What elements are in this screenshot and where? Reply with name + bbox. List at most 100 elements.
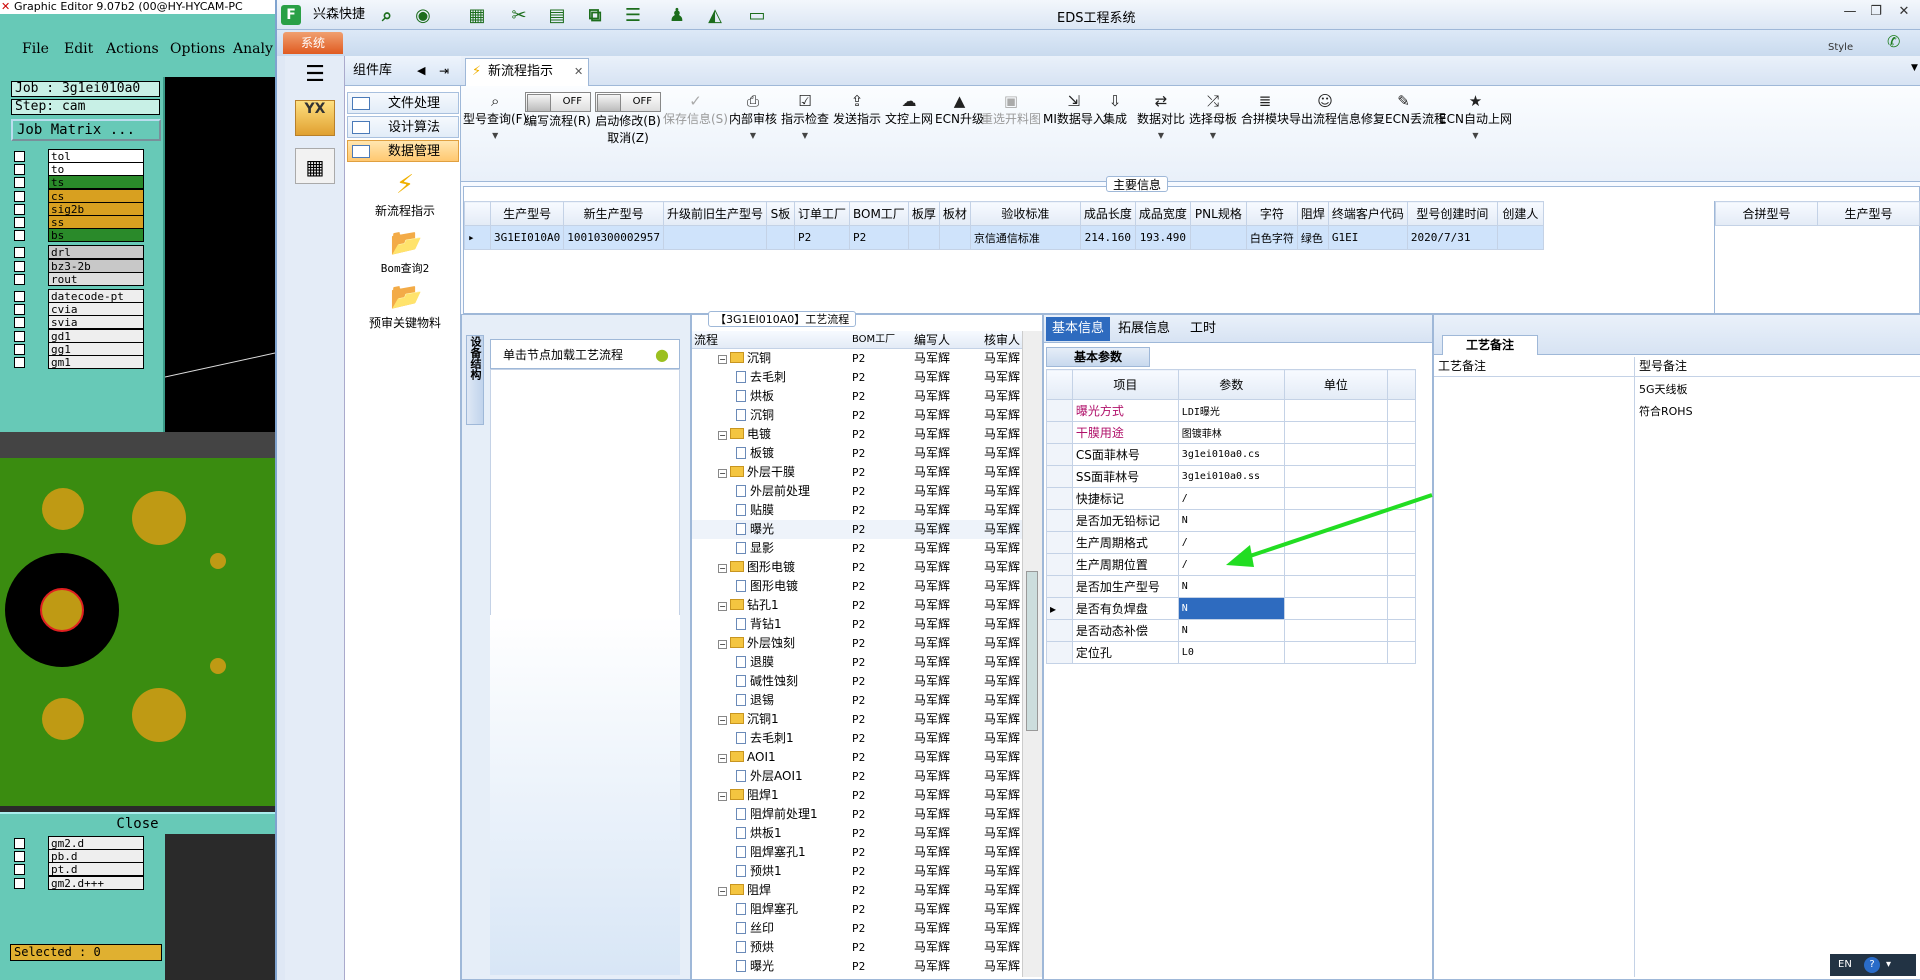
layer-row[interactable]: sig2b <box>14 201 144 216</box>
layer-checkbox[interactable] <box>14 838 25 849</box>
layer-checkbox[interactable] <box>14 273 25 285</box>
toolbar-item-10[interactable]: ⇲ MI数据导入 <box>1043 92 1105 178</box>
tree-scroll-thumb[interactable] <box>1026 571 1038 731</box>
table-row[interactable]: 是否加无铅标记 N <box>1046 509 1416 532</box>
layer-row[interactable]: pb.d <box>14 849 144 864</box>
model-notes-text[interactable]: 5G天线板 符合ROHS <box>1634 377 1920 977</box>
maximize-button[interactable]: ❐ <box>1863 4 1889 20</box>
column-header[interactable]: 字符 <box>1245 201 1298 226</box>
col-checker[interactable]: 核审人 <box>984 331 1020 349</box>
tree-scrollbar[interactable] <box>1022 331 1042 977</box>
collapse-icon[interactable]: − <box>718 754 727 763</box>
calculator-icon[interactable]: ▦ <box>295 148 335 184</box>
tab-new-flow[interactable]: ⚡ 新流程指示 ✕ <box>465 58 589 86</box>
param-unit[interactable] <box>1283 443 1389 466</box>
table-cell[interactable] <box>1189 225 1247 250</box>
toolbar-item-7[interactable]: ☁ 文控上网 <box>885 92 933 178</box>
tree-node[interactable]: 阻焊塞孔1 P2 马军辉 马军辉 <box>692 843 1022 862</box>
close-window-button[interactable]: ✕ <box>1891 4 1917 20</box>
param-unit[interactable] <box>1283 619 1389 642</box>
tree-node[interactable]: − 沉铜1 P2 马军辉 马军辉 <box>692 710 1022 729</box>
layer-checkbox[interactable] <box>14 230 25 242</box>
tree-node[interactable]: − 钻孔1 P2 马军辉 马军辉 <box>692 596 1022 615</box>
tree-node[interactable]: 贴膜 P2 马军辉 马军辉 <box>692 501 1022 520</box>
pcb-preview[interactable] <box>0 458 275 806</box>
layer-row[interactable]: svia <box>14 315 144 330</box>
layer-checkbox[interactable] <box>14 291 25 302</box>
comp-item-algorithm[interactable]: 设计算法 <box>347 116 459 138</box>
tab-work-hours[interactable]: 工时 <box>1184 317 1222 341</box>
tree-node[interactable]: 去毛刺1 P2 马军辉 马军辉 <box>692 729 1022 748</box>
col-process-notes[interactable]: 工艺备注 <box>1434 357 1634 377</box>
sub-tab-basic-params[interactable]: 基本参数 <box>1046 347 1150 367</box>
table-row[interactable]: ▸ 3G1EI010A0 10010300002957 P2 P2 京信通信标准 214.1… <box>464 225 1544 250</box>
layer-checkbox[interactable] <box>14 177 25 189</box>
toolbar-item-13[interactable]: ⤮ 选择母板 ▼ <box>1189 92 1237 178</box>
param-value[interactable]: / <box>1177 553 1285 576</box>
chart-icon[interactable]: ◭ <box>703 5 727 27</box>
param-unit[interactable] <box>1283 531 1389 554</box>
collapse-icon[interactable]: − <box>718 602 727 611</box>
tool-bom-query[interactable]: 📂 Bom查询2 <box>355 228 455 276</box>
table-row[interactable]: CS面菲林号 3g1ei010a0.cs <box>1046 443 1416 466</box>
layer-row[interactable]: pt.d <box>14 862 144 877</box>
tool-new-flow[interactable]: ⚡ 新流程指示 <box>355 170 455 219</box>
column-header[interactable]: 升级前旧生产型号 <box>662 201 767 226</box>
yx-module-icon[interactable]: YX <box>295 100 335 136</box>
toolbar-item-15[interactable]: ☺ 导出流程信息 <box>1289 92 1361 178</box>
table-cell[interactable]: 京信通信标准 <box>969 225 1081 250</box>
table-row[interactable]: 生产周期格式 / <box>1046 531 1416 554</box>
tree-node[interactable]: − 沉铜 P2 马军辉 马军辉 <box>692 349 1022 368</box>
layer-name[interactable]: gm2.d <box>48 836 144 850</box>
param-unit[interactable] <box>1283 641 1389 664</box>
globe-icon[interactable]: ◉ <box>411 5 435 27</box>
table-row[interactable]: ▸ 是否有负焊盘 N <box>1046 597 1416 620</box>
toolbar-item-9[interactable]: ▣ 重选开料图 <box>981 92 1041 178</box>
layer-name[interactable]: gm2.d+++ <box>48 875 144 890</box>
layer-row[interactable]: gm2.d+++ <box>14 875 144 890</box>
param-unit[interactable] <box>1283 575 1389 598</box>
system-button[interactable]: 系统 <box>283 32 343 54</box>
tree-node[interactable]: 背钻1 P2 马军辉 马军辉 <box>692 615 1022 634</box>
layer-checkbox[interactable] <box>14 357 25 368</box>
collapse-icon[interactable]: − <box>718 887 727 896</box>
tree-node[interactable]: − 外层干膜 P2 马军辉 马军辉 <box>692 463 1022 482</box>
table-cell[interactable]: P2 <box>848 225 909 250</box>
toolbar-item-4[interactable]: ⎙ 内部审核 ▼ <box>729 92 777 178</box>
layer-checkbox[interactable] <box>14 203 25 215</box>
tool-prereview[interactable]: 📂 预审关键物料 <box>355 282 455 331</box>
layer-name[interactable]: tol <box>48 149 144 163</box>
tree-node[interactable]: 外层AOI1 P2 马军辉 马军辉 <box>692 767 1022 786</box>
table-cell[interactable] <box>662 225 767 250</box>
layer-checkbox[interactable] <box>14 877 25 889</box>
table-cell[interactable]: 白色字符 <box>1245 225 1298 250</box>
param-value[interactable]: L0 <box>1177 641 1285 664</box>
table-row[interactable]: 曝光方式 LDI曝光 <box>1046 399 1416 422</box>
layer-name[interactable]: cvia <box>48 302 144 317</box>
layer-row[interactable]: gm1 <box>14 355 144 369</box>
tree-node[interactable]: − 阻焊1 P2 马军辉 马军辉 <box>692 786 1022 805</box>
column-header[interactable]: S板 <box>765 201 795 226</box>
table-cell[interactable] <box>765 225 795 250</box>
column-header[interactable]: 板材 <box>938 201 971 226</box>
toolbar-item-12[interactable]: ⇄ 数据对比 ▼ <box>1137 92 1185 178</box>
layer-name[interactable]: gm1 <box>48 355 144 369</box>
comp-item-data[interactable]: 数据管理 <box>347 140 459 162</box>
column-header[interactable]: 订单工厂 <box>793 201 850 226</box>
collapse-icon[interactable]: − <box>718 355 727 364</box>
layer-name[interactable]: svia <box>48 315 144 330</box>
tree-node[interactable]: 退锡 P2 马军辉 马军辉 <box>692 691 1022 710</box>
layer-name[interactable]: cs <box>48 188 144 203</box>
column-header[interactable]: 创建人 <box>1496 201 1544 226</box>
column-header[interactable]: 单位 <box>1283 369 1389 400</box>
close-tab-icon[interactable]: ✕ <box>574 59 583 85</box>
collapse-icon[interactable]: − <box>718 431 727 440</box>
layer-row[interactable]: bs <box>14 228 144 243</box>
copy-icon[interactable]: ⧉ <box>583 5 607 27</box>
layer-name[interactable]: gg1 <box>48 341 144 356</box>
close-button[interactable]: Close <box>0 812 275 834</box>
user-icon[interactable]: ♟ <box>665 5 689 27</box>
layer-name[interactable]: datecode-pt <box>48 289 144 303</box>
collapse-icon[interactable]: − <box>718 469 727 478</box>
table-cell[interactable]: 214.160 <box>1079 225 1136 250</box>
